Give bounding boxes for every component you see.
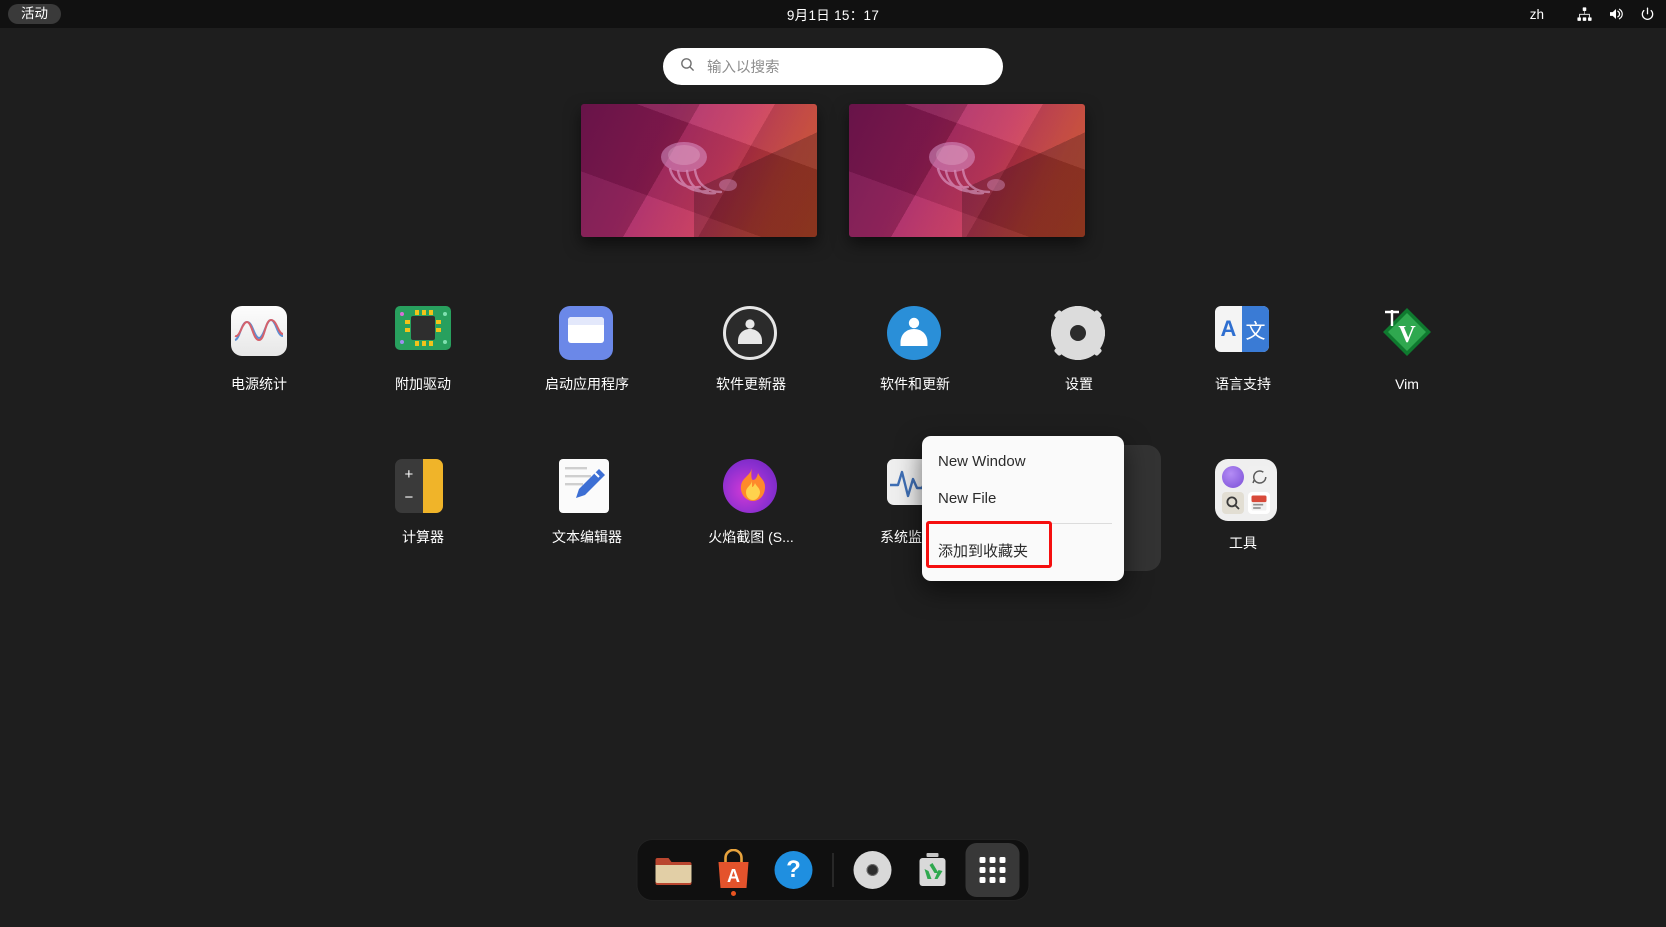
workspace-thumbnails <box>0 104 1666 237</box>
clock[interactable]: 9月1日 15：17 <box>787 4 879 24</box>
dock-item-help[interactable]: ? <box>767 843 821 897</box>
tools-folder-icon <box>1215 459 1277 521</box>
app-label: 软件和更新 <box>880 376 950 392</box>
document-mini-icon <box>1248 492 1270 514</box>
app-settings[interactable]: 设置 <box>997 292 1161 418</box>
context-menu-item-new-window[interactable]: New Window <box>922 443 1124 480</box>
power-statistics-icon <box>231 306 287 362</box>
context-menu-item-new-file[interactable]: New File <box>922 480 1124 517</box>
settings-icon <box>1051 306 1107 362</box>
app-grid-row-2: + − 计算器 文本编辑器 火焰截图 (S... 系统监视器 工具 <box>0 445 1666 571</box>
app-label: 计算器 <box>402 529 444 545</box>
app-text-editor[interactable]: 文本编辑器 <box>505 445 669 571</box>
ubuntu-software-icon: A <box>715 848 753 891</box>
activities-button[interactable]: 活动 <box>8 3 61 25</box>
running-indicator <box>731 891 736 896</box>
app-calculator[interactable]: + − 计算器 <box>341 445 505 571</box>
software-updater-icon <box>723 306 779 362</box>
language-indicator[interactable]: zh <box>1530 7 1544 22</box>
app-vim[interactable]: V Vim <box>1325 292 1489 418</box>
app-grid-row-1: 电源统计 附加驱动 启动应用程序 软件更新器 软件和更新 设置 A 文 语言支持… <box>0 292 1666 418</box>
flameshot-icon <box>723 459 779 515</box>
dock-separator <box>832 853 834 887</box>
top-bar: 活动 9月1日 15：17 zh <box>0 0 1666 28</box>
software-and-updates-icon <box>887 306 943 362</box>
jellyfish-art <box>929 141 1005 194</box>
web-browser-mini-icon <box>1222 466 1244 488</box>
context-menu-item-add-to-favorites[interactable]: 添加到收藏夹 <box>922 530 1124 571</box>
app-label: 软件更新器 <box>716 376 786 392</box>
desktop-overview: 活动 9月1日 15：17 zh 输入以搜索 电源统计 附加驱动 启动应用程序 … <box>0 0 1666 927</box>
dock-item-ubuntu-software[interactable]: A <box>707 843 761 897</box>
language-support-icon: A文 <box>1215 306 1271 362</box>
volume-icon[interactable] <box>1607 5 1625 23</box>
sublime-text-context-menu: New Window New File 添加到收藏夹 <box>922 436 1124 581</box>
svg-text:A: A <box>727 866 740 886</box>
help-icon: ? <box>774 851 813 889</box>
calculator-icon: + − <box>395 459 451 515</box>
app-language-support[interactable]: A文 语言支持 <box>1161 292 1325 418</box>
dock-item-trash[interactable] <box>906 843 960 897</box>
context-menu-separator <box>934 523 1112 524</box>
text-editor-icon <box>559 459 615 515</box>
app-label: 附加驱动 <box>395 376 451 392</box>
svg-text:V: V <box>1398 322 1416 348</box>
dock-item-show-applications[interactable] <box>965 843 1020 897</box>
app-power-statistics[interactable]: 电源统计 <box>177 292 341 418</box>
app-label: 电源统计 <box>231 376 287 392</box>
jellyfish-art <box>661 141 737 194</box>
network-icon[interactable] <box>1576 6 1593 23</box>
app-software-updater[interactable]: 软件更新器 <box>669 292 833 418</box>
search-input[interactable]: 输入以搜索 <box>663 48 1003 85</box>
workspace-thumbnail-2[interactable] <box>849 104 1085 237</box>
app-tools-folder[interactable]: 工具 <box>1161 445 1325 571</box>
app-label: 文本编辑器 <box>552 529 622 545</box>
system-tray: zh <box>1530 5 1656 23</box>
search-placeholder: 输入以搜索 <box>707 60 780 76</box>
app-label: 启动应用程序 <box>545 376 629 392</box>
app-label: 设置 <box>1065 376 1093 392</box>
search-tool-mini-icon <box>1222 492 1244 514</box>
search-icon <box>679 56 696 78</box>
chat-mini-icon <box>1248 466 1270 488</box>
dock-item-files[interactable] <box>647 843 701 897</box>
app-additional-drivers[interactable]: 附加驱动 <box>341 292 505 418</box>
show-applications-icon <box>979 857 1006 883</box>
app-label: Vim <box>1395 376 1419 392</box>
app-software-and-updates[interactable]: 软件和更新 <box>833 292 997 418</box>
app-label: 工具 <box>1229 535 1257 551</box>
app-label: 语言支持 <box>1215 376 1271 392</box>
dock-item-disc[interactable] <box>846 843 900 897</box>
app-flameshot[interactable]: 火焰截图 (S... <box>669 445 833 571</box>
vim-icon: V <box>1379 306 1435 362</box>
disc-icon <box>853 851 892 889</box>
trash-icon <box>916 851 950 889</box>
startup-applications-icon <box>559 306 615 362</box>
app-startup-applications[interactable]: 启动应用程序 <box>505 292 669 418</box>
workspace-thumbnail-1[interactable] <box>581 104 817 237</box>
dock: A ? <box>636 839 1030 901</box>
files-icon <box>654 854 694 887</box>
search-area: 输入以搜索 <box>0 48 1666 85</box>
additional-drivers-icon <box>395 306 451 362</box>
power-icon[interactable] <box>1639 6 1656 23</box>
app-label: 火焰截图 (S... <box>708 529 794 545</box>
application-grid: 电源统计 附加驱动 启动应用程序 软件更新器 软件和更新 设置 A 文 语言支持… <box>0 292 1666 571</box>
